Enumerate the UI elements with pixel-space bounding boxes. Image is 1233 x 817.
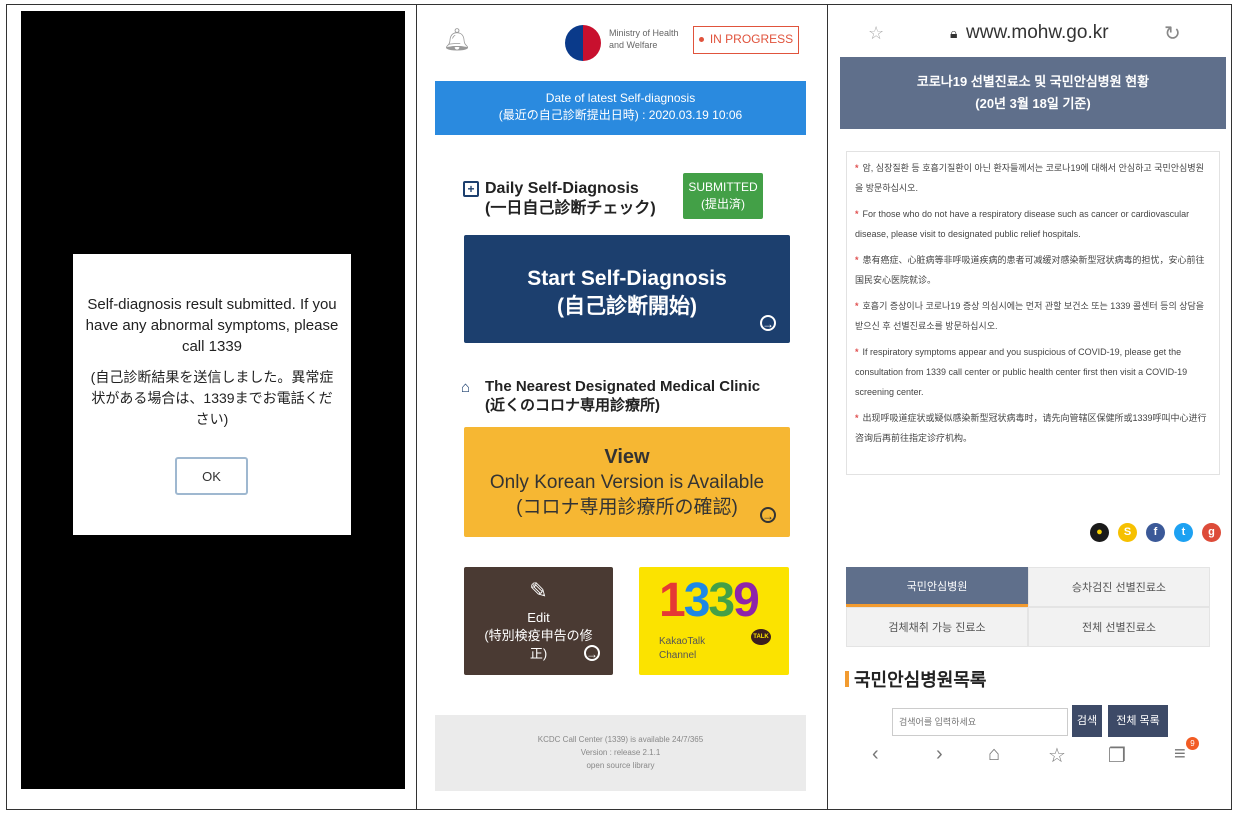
start-label-jp: (自己診断開始) — [557, 295, 697, 318]
header-date: (20년 3월 18일 기준) — [975, 96, 1091, 111]
twitter-share-icon[interactable]: t — [1174, 523, 1193, 542]
edit-button[interactable]: ✎ Edit (特別検疫申告の修正) → — [464, 567, 613, 675]
menu-icon[interactable]: ≡ — [1174, 743, 1186, 766]
footer-opensource-link[interactable]: open source library — [435, 759, 806, 772]
bookmark-star-icon[interactable]: ☆ — [868, 23, 884, 44]
dialog-message-jp: (自己診断結果を送信しました。異常症状がある場合は、1339までお電話ください) — [90, 369, 334, 427]
tab-safe-hospitals[interactable]: 국민안심병원 — [846, 567, 1028, 607]
app-header: 🔔︎ Ministry of Health and Welfare IN PRO… — [417, 5, 827, 75]
googleplus-share-icon[interactable]: g — [1202, 523, 1221, 542]
pencil-icon: ✎ — [529, 578, 548, 603]
footer-callcenter: KCDC Call Center (1339) is available 24/… — [537, 735, 704, 744]
panel-submitted-dialog: Self-diagnosis result submitted. If you … — [7, 5, 417, 809]
start-label: Start Self-Diagnosis — [527, 267, 727, 290]
status-label: IN PROGRESS — [709, 32, 794, 46]
notice-item: * 암, 심장질환 등 호흡기질환이 아닌 환자들께서는 코로나19에 대해서 안… — [855, 158, 1211, 198]
home-icon: ⌂ — [461, 379, 471, 396]
browser-navbar: ‹ › ⌂ ☆ ❐ ≡ — [828, 737, 1231, 781]
figure-frame: Self-diagnosis result submitted. If you … — [6, 4, 1232, 810]
notice-text: 호흡기 증상이나 코로나19 증상 의심시에는 먼저 관할 보건소 또는 133… — [855, 301, 1205, 331]
tab-all-clinics[interactable]: 전체 선별진료소 — [1028, 607, 1210, 647]
notice-item: * 호흡기 증상이나 코로나19 증상 의심시에는 먼저 관할 보건소 또는 13… — [855, 296, 1211, 336]
alert-dialog: Self-diagnosis result submitted. If you … — [73, 254, 351, 535]
asterisk-icon: * — [855, 347, 859, 357]
notice-item: * 患有癌症、心脏病等非呼吸道疾病的患者可减缓对感染新型冠状病毒的担忧，安心前往国… — [855, 250, 1211, 290]
kakao-label: KakaoTalk Channel — [659, 636, 706, 661]
title-accent-bar — [845, 671, 849, 687]
notice-text: If respiratory symptoms appear and you s… — [855, 347, 1188, 397]
latest-diagnosis-bar: Date of latest Self-diagnosis (最近の自己診断提出… — [435, 81, 806, 135]
notice-text: For those who do not have a respiratory … — [855, 209, 1190, 239]
notice-text: 암, 심장질환 등 호흡기질환이 아닌 환자들께서는 코로나19에 대해서 안심… — [855, 163, 1204, 193]
asterisk-icon: * — [855, 413, 859, 423]
arrow-right-circle-icon: → — [584, 645, 600, 661]
lock-icon: 🔒︎ — [950, 25, 958, 41]
back-icon[interactable]: ‹ — [872, 743, 879, 766]
view-label-jp: (コロナ専用診療所の確認) — [516, 497, 738, 518]
menu-badge: 9 — [1186, 737, 1199, 750]
view-clinic-button[interactable]: View Only Korean Version is Available (コ… — [464, 427, 790, 537]
asterisk-icon: * — [855, 301, 859, 311]
notice-text: 出现呼吸道症状或疑似感染新型冠状病毒时，请先向管辖区保健所或1339呼叫中心进行… — [855, 413, 1207, 443]
bookmarks-icon[interactable]: ☆ — [1048, 743, 1066, 768]
nearest-title-jp: (近くのコロナ専用診療所) — [485, 397, 660, 414]
notice-text: 患有癌症、心脏病等非呼吸道疾病的患者可减缓对感染新型冠状病毒的担忧，安心前往国民… — [855, 255, 1205, 285]
status-badge: IN PROGRESS — [693, 26, 799, 54]
daily-title-en: Daily Self-Diagnosis — [485, 180, 639, 197]
reload-icon[interactable]: ↻ — [1164, 21, 1181, 46]
forward-icon[interactable]: › — [936, 743, 943, 766]
full-list-button[interactable]: 전체 목록 — [1108, 705, 1168, 737]
view-label: View — [604, 446, 650, 468]
arrow-right-circle-icon: → — [760, 315, 776, 331]
notice-item: * 出现呼吸道症状或疑似感染新型冠状病毒时，请先向管辖区保健所或1339呼叫中心进… — [855, 408, 1211, 448]
ministry-logo — [565, 25, 601, 61]
tabs-icon[interactable]: ❐ — [1108, 743, 1126, 768]
panel-app-home: 🔔︎ Ministry of Health and Welfare IN PRO… — [417, 5, 828, 809]
talk-bubble-icon: TALK — [751, 629, 771, 645]
submitted-label-jp: (提出済) — [701, 197, 745, 211]
view-note: Only Korean Version is Available — [489, 472, 765, 493]
daily-self-diagnosis-title: Daily Self-Diagnosis (一日自己診断チェック) — [485, 179, 656, 219]
kakaostory-share-icon[interactable]: S — [1118, 523, 1137, 542]
latest-value: (最近の自己診断提出日時) : 2020.03.19 10:06 — [498, 108, 743, 122]
home-icon[interactable]: ⌂ — [988, 743, 1000, 766]
latest-label: Date of latest Self-diagnosis — [545, 91, 696, 105]
nearest-title-en: The Nearest Designated Medical Clinic — [485, 378, 761, 395]
clipboard-plus-icon: + — [463, 181, 479, 197]
facebook-share-icon[interactable]: f — [1146, 523, 1165, 542]
asterisk-icon: * — [855, 209, 859, 219]
start-self-diagnosis-button[interactable]: Start Self-Diagnosis (自己診断開始) → — [464, 235, 790, 343]
ok-button[interactable]: OK — [175, 457, 248, 495]
dialog-message: Self-diagnosis result submitted. If you … — [85, 296, 339, 355]
status-dot-icon — [698, 37, 704, 43]
list-title: 국민안심병원목록 — [854, 670, 987, 690]
asterisk-icon: * — [855, 163, 859, 173]
kakaotalk-share-icon[interactable]: ● — [1090, 523, 1109, 542]
tab-drive-thru-clinics[interactable]: 승차검진 선별진료소 — [1028, 567, 1210, 607]
search-input[interactable] — [892, 708, 1068, 736]
page-header: 코로나19 선별진료소 및 국민안심병원 현황 (20년 3월 18일 기준) — [840, 57, 1226, 129]
kakaotalk-channel-button[interactable]: 1339 KakaoTalk Channel TALK — [639, 567, 789, 675]
search-button[interactable]: 검색 — [1072, 705, 1102, 737]
footer-version: Version : release 2.1.1 — [580, 748, 661, 757]
asterisk-icon: * — [855, 255, 859, 265]
submitted-label: SUBMITTED — [688, 180, 758, 194]
app-footer: KCDC Call Center (1339) is available 24/… — [435, 715, 806, 791]
panel-mohw-website: ☆ 🔒︎ www.mohw.go.kr ↻ 코로나19 선별진료소 및 국민안심… — [828, 5, 1231, 809]
notice-box: * 암, 심장질환 등 호흡기질환이 아닌 환자들께서는 코로나19에 대해서 안… — [846, 151, 1220, 475]
nearest-clinic-title: The Nearest Designated Medical Clinic (近… — [485, 377, 760, 415]
kakao-1339-logo: 1339 — [659, 574, 760, 627]
notice-item: * For those who do not have a respiratory… — [855, 204, 1211, 244]
edit-label: Edit — [527, 610, 550, 625]
ministry-name: Ministry of Health and Welfare — [609, 28, 679, 50]
notice-item: * If respiratory symptoms appear and you … — [855, 342, 1211, 402]
url-bar[interactable]: www.mohw.go.kr — [966, 22, 1109, 44]
tab-sampling-clinics[interactable]: 검체채취 가능 진료소 — [846, 607, 1028, 647]
submitted-badge: SUBMITTED (提出済) — [683, 173, 763, 219]
arrow-right-circle-icon: → — [760, 507, 776, 523]
daily-title-jp: (一日自己診断チェック) — [485, 200, 656, 217]
header-title: 코로나19 선별진료소 및 국민안심병원 현황 — [916, 74, 1150, 89]
bell-icon[interactable]: 🔔︎ — [443, 27, 471, 53]
